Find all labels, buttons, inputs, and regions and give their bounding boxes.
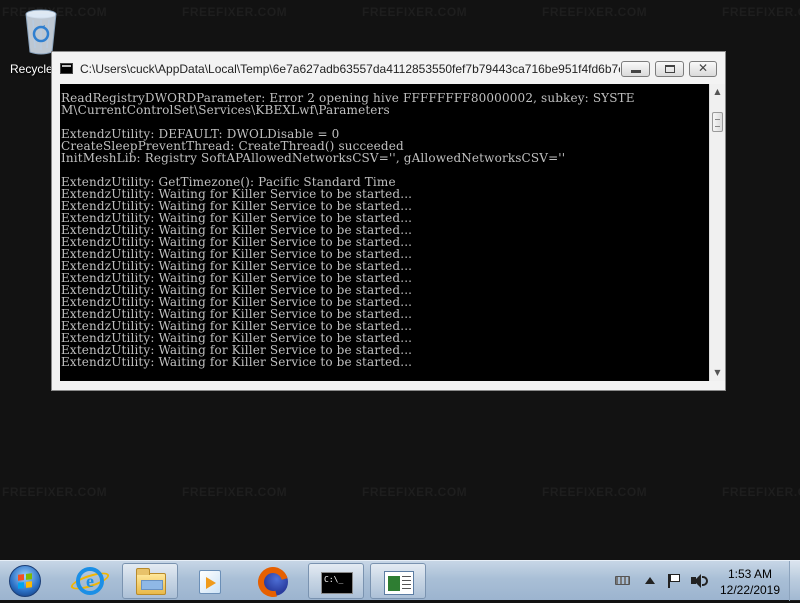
console-app-icon[interactable] xyxy=(60,63,73,74)
taskbar-internet-explorer[interactable]: e xyxy=(62,563,118,599)
scroll-thumb[interactable] xyxy=(712,112,723,132)
watermark-text: FREEFIXER.COM xyxy=(542,485,648,499)
volume-icon[interactable] xyxy=(690,573,708,589)
minimize-icon xyxy=(631,70,641,73)
watermark-text: FREEFIXER.COM xyxy=(362,5,468,19)
folder-icon xyxy=(136,568,166,595)
taskbar-media-player[interactable] xyxy=(182,563,238,599)
watermark-text: FREEFIXER.COM xyxy=(722,5,800,19)
console-line: InitMeshLib: Registry SoftAPAllowedNetwo… xyxy=(61,151,566,165)
vertical-scrollbar[interactable]: ▲ ▼ xyxy=(709,84,725,381)
media-player-icon xyxy=(199,570,221,594)
close-icon: ✕ xyxy=(697,61,709,75)
taskbar-firefox[interactable] xyxy=(246,561,302,603)
start-button[interactable] xyxy=(6,562,46,600)
console-window[interactable]: C:\Users\cuck\AppData\Local\Temp\6e7a627… xyxy=(51,51,726,391)
action-center-flag-icon[interactable] xyxy=(667,573,681,589)
maximize-button[interactable] xyxy=(655,61,684,77)
close-button[interactable]: ✕ xyxy=(689,61,717,77)
watermark-text: FREEFIXER.COM xyxy=(542,5,648,19)
firefox-icon xyxy=(252,561,294,603)
system-clock[interactable]: 1:53 AM 12/22/2019 xyxy=(712,566,788,598)
show-hidden-icons-icon[interactable] xyxy=(644,573,656,589)
windows-logo-icon xyxy=(9,565,41,597)
taskbar: e C:\_ 1:53 AM 12/22/2019 xyxy=(0,560,800,603)
maximize-icon xyxy=(665,65,675,73)
taskbar-app-window[interactable] xyxy=(370,563,426,599)
scroll-down-arrow-icon[interactable]: ▼ xyxy=(710,365,725,381)
recycle-bin-icon xyxy=(25,9,57,55)
watermark-text: FREEFIXER.COM xyxy=(362,485,468,499)
scroll-up-arrow-icon[interactable]: ▲ xyxy=(710,84,725,100)
show-desktop-button[interactable] xyxy=(789,561,800,601)
keyboard-icon[interactable] xyxy=(615,573,631,589)
clock-date: 12/22/2019 xyxy=(719,583,781,597)
watermark-text: FREEFIXER.COM xyxy=(722,485,800,499)
console-line: M\CurrentControlSet\Services\KBEXLwf\Par… xyxy=(61,103,390,117)
watermark-text: FREEFIXER.COM xyxy=(182,485,288,499)
console-output[interactable]: ReadRegistryDWORDParameter: Error 2 open… xyxy=(60,84,709,381)
window-title: C:\Users\cuck\AppData\Local\Temp\6e7a627… xyxy=(80,62,620,76)
console-text: ReadRegistryDWORDParameter: Error 2 open… xyxy=(60,84,709,368)
volume-wave-icon xyxy=(702,576,708,586)
internet-explorer-icon: e xyxy=(76,567,104,595)
command-prompt-icon: C:\_ xyxy=(321,572,353,594)
application-window-icon xyxy=(384,571,414,595)
clock-time: 1:53 AM xyxy=(727,567,773,581)
taskbar-command-prompt[interactable]: C:\_ xyxy=(308,563,364,599)
minimize-button[interactable] xyxy=(621,61,650,77)
watermark-text: FREEFIXER.COM xyxy=(2,485,108,499)
title-bar[interactable]: C:\Users\cuck\AppData\Local\Temp\6e7a627… xyxy=(52,52,725,84)
console-line: ExtendzUtility: Waiting for Killer Servi… xyxy=(61,355,413,369)
taskbar-windows-explorer[interactable] xyxy=(122,563,178,599)
watermark-text: FREEFIXER.COM xyxy=(182,5,288,19)
